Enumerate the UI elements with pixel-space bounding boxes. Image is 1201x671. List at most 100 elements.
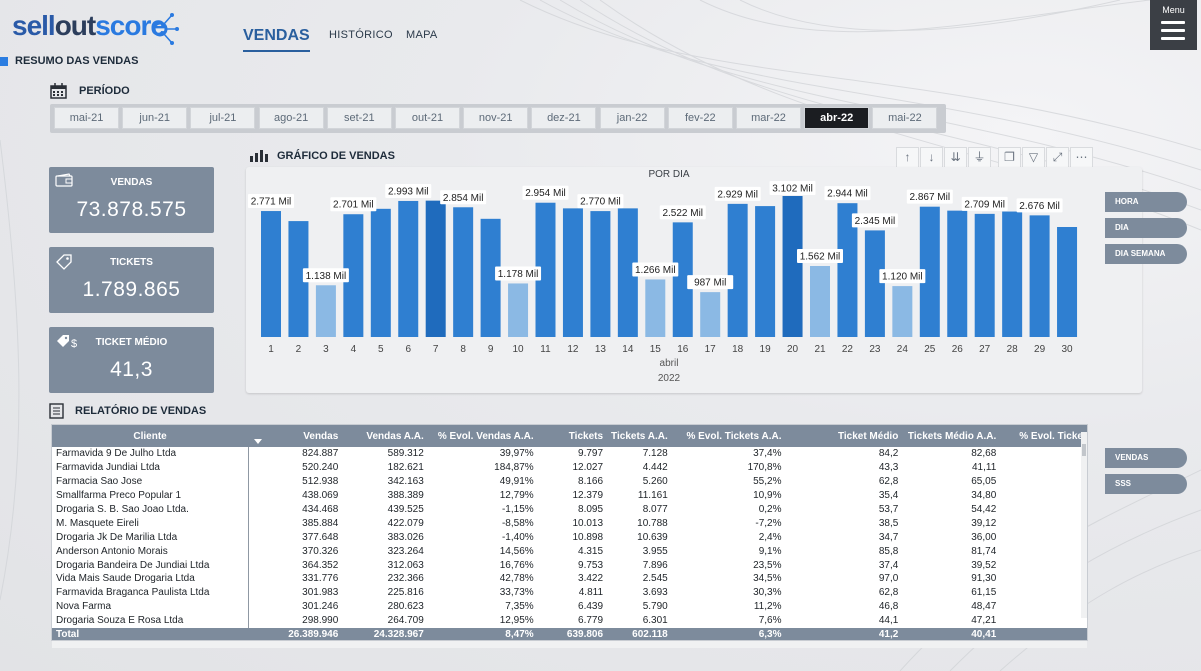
table-cell: 14,56% [499,545,534,557]
table-row[interactable]: Drogaria Jk De Marilia Ltda 377.648 383.02… [52,530,1087,545]
bar-day-3[interactable] [315,285,336,337]
bar-day-27[interactable] [974,213,995,337]
scrollbar-thumb[interactable] [1082,444,1086,456]
report-vendas-button[interactable]: VENDAS [1105,448,1187,468]
more-options-icon[interactable]: ⋯ [1070,147,1093,168]
table-cell: 35,4 [878,490,899,502]
month-option[interactable]: fev-22 [667,107,733,129]
bar-day-1[interactable] [261,211,281,337]
bar-day-12[interactable] [562,208,583,337]
table-row[interactable]: Drogaria Bandeira De Jundiai Ltda 364.352… [52,558,1087,573]
sort-desc-icon[interactable] [254,439,262,444]
table-cell [1000,586,1087,600]
expand-hierarchy-icon[interactable]: ⏚ [968,147,991,168]
focus-mode-icon[interactable]: ⤢ [1046,147,1069,168]
column-header[interactable]: % Evol. Tickets A.A. [671,425,786,447]
bar-day-21[interactable] [810,266,830,337]
table-row[interactable]: Nova Farma 301.246 280.623 7,35% 6.439 5.790 1… [52,599,1087,614]
dia-button[interactable]: DIA [1105,218,1187,238]
month-option[interactable]: mai-22 [872,107,938,129]
bar-day-24[interactable] [892,286,913,337]
bar-day-20[interactable] [782,196,803,337]
bar-day-15[interactable] [645,279,666,337]
bar-day-26[interactable] [947,210,968,337]
table-cell: 10.639 [637,531,668,543]
bar-day-18[interactable] [727,203,748,337]
table-cell: 589.312 [387,448,424,460]
table-row[interactable]: Drogaria S. B. Sao Joao Ltda. 434.468 439.… [52,502,1087,517]
table-cell [1000,558,1087,572]
bar-day-13[interactable] [590,211,611,337]
total-cell: 26.389.946 [248,627,343,640]
copy-visual-icon[interactable]: ❐ [998,147,1021,168]
table-row[interactable]: Farmavida Jundiai Ltda 520.240 182.621 184,… [52,460,1087,475]
column-header[interactable]: Tickets [537,425,608,447]
table-row[interactable]: Anderson Antonio Morais 370.326 323.264 14,… [52,544,1087,559]
bar-day-19[interactable] [755,206,776,337]
month-option[interactable]: mai-21 [54,107,119,129]
bar-day-30[interactable] [1057,227,1078,337]
x-tick-label: 8 [460,344,466,355]
bar-day-6[interactable] [398,200,419,337]
table-cell: 34,7 [878,531,899,543]
table-row[interactable]: Vida Mais Saude Drogaria Ltda 331.776 232.… [52,572,1087,586]
month-option[interactable]: set-21 [326,107,392,129]
column-header[interactable]: Ticket Médio [785,425,903,447]
report-table: Cliente Vendas Vendas A.A.% Evol. Vendas A… [52,425,1087,640]
bar-day-10[interactable] [508,283,529,337]
menu-button[interactable]: Menu [1150,0,1197,50]
bar-day-17[interactable] [700,292,721,337]
month-option[interactable]: out-21 [395,107,460,129]
calendar-icon [50,83,67,99]
column-header[interactable]: Vendas A.A. [342,425,428,447]
table-row[interactable]: M. Masquete Eireli 385.884 422.079 -8,58% 10… [52,516,1087,531]
tab-mapa[interactable]: MAPA [406,29,438,41]
column-header[interactable]: % Evol. Vendas A.A. [427,425,538,447]
month-option[interactable]: abr-22 [804,107,870,129]
month-option[interactable]: jul-21 [190,107,256,129]
table-row[interactable]: Smallfarma Preco Popular 1 438.069 388.389… [52,488,1087,503]
horizontal-scrollbar[interactable] [52,641,1087,648]
table-row[interactable]: Farmavida 9 De Julho Ltda 824.887 589.312 3… [52,447,1087,461]
data-label-day-22: 2.944 Mil [824,186,871,201]
tab-historico[interactable]: HISTÓRICO [329,29,393,41]
table-row[interactable]: Farmavida Braganca Paulista Ltda 301.983 2… [52,585,1087,600]
tab-vendas[interactable]: VENDAS [243,27,310,45]
bar-day-5[interactable] [370,208,391,337]
bar-day-29[interactable] [1029,215,1050,337]
table-row[interactable]: Drogaria Souza E Rosa Ltda 298.990 264.709… [52,613,1087,628]
column-header[interactable]: Tickets A.A. [607,425,672,447]
hora-button[interactable]: HORA [1105,192,1187,212]
column-header[interactable]: Vendas [248,425,343,447]
table-cell: 43,3 [878,462,899,474]
month-option[interactable]: jan-22 [599,107,665,129]
bar-day-28[interactable] [1002,211,1023,337]
month-option[interactable]: mar-22 [736,107,801,129]
drill-up-icon[interactable]: ↑ [896,147,919,168]
filter-icon[interactable]: ▽ [1022,147,1045,168]
table-cell: 2.545 [642,573,668,585]
month-option[interactable]: ago-21 [258,107,324,129]
drill-down-icon[interactable]: ↓ [920,147,943,168]
report-sss-button[interactable]: SSS [1105,474,1187,494]
data-label-text: 2.771 Mil [251,197,292,208]
kpi-label: VENDAS [110,177,153,188]
bar-day-7[interactable] [425,200,446,337]
column-header[interactable]: % Evol. Ticke [1000,425,1087,447]
month-option[interactable]: dez-21 [531,107,597,129]
vertical-scrollbar[interactable] [1081,432,1087,618]
next-level-icon[interactable]: ⇊ [944,147,967,168]
month-option[interactable]: jun-21 [122,107,188,129]
table-row[interactable]: Farmacia Sao Jose 512.938 342.163 49,91% 8.1… [52,474,1087,489]
bar-day-23[interactable] [864,230,885,337]
month-option[interactable]: nov-21 [463,107,529,129]
table-cell: 37,4 [878,559,899,571]
dia-semana-button[interactable]: DIA SEMANA [1105,244,1187,264]
table-cell [1000,489,1087,503]
bar-day-8[interactable] [453,207,474,337]
x-tick-label: 9 [488,344,494,355]
column-header[interactable]: Cliente [52,425,249,447]
x-axis-year-label: 2022 [658,373,681,384]
total-cell: 602.118 [607,627,672,640]
column-header[interactable]: Tickets Médio A.A. [902,425,1001,447]
